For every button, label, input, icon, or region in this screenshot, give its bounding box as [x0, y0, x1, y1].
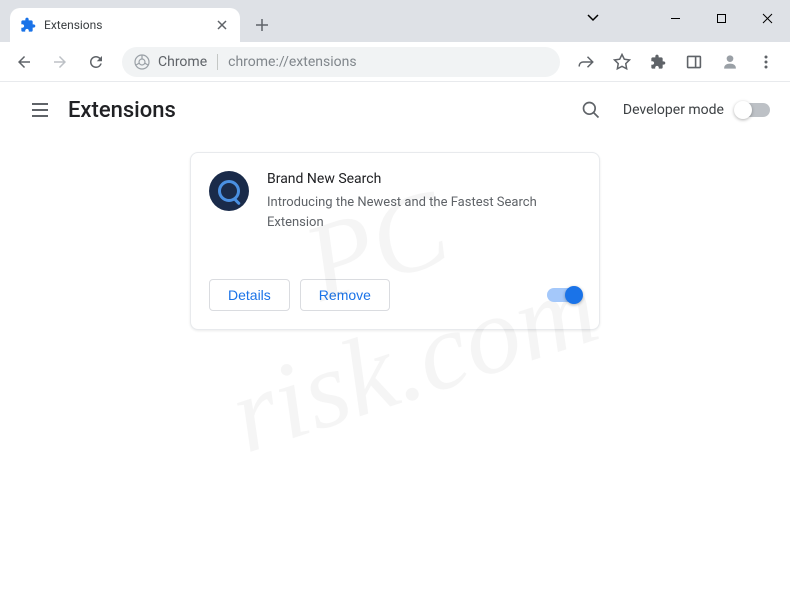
tabs-dropdown-icon[interactable]	[586, 10, 600, 24]
window-controls	[652, 0, 790, 36]
back-button[interactable]	[8, 46, 40, 78]
bookmark-icon[interactable]	[606, 46, 638, 78]
extensions-list: Brand New Search Introducing the Newest …	[0, 138, 790, 344]
share-icon[interactable]	[570, 46, 602, 78]
profile-icon[interactable]	[714, 46, 746, 78]
extension-card: Brand New Search Introducing the Newest …	[190, 152, 600, 330]
address-url: chrome://extensions	[228, 54, 356, 70]
page-title: Extensions	[68, 98, 571, 123]
extension-icon	[209, 171, 249, 211]
close-window-button[interactable]	[744, 0, 790, 36]
menu-icon[interactable]	[750, 46, 782, 78]
chrome-icon	[134, 54, 150, 70]
developer-mode-toggle[interactable]	[736, 103, 770, 117]
close-tab-button[interactable]	[214, 17, 230, 33]
developer-mode-label: Developer mode	[623, 102, 724, 118]
search-button[interactable]	[571, 90, 611, 130]
sidepanel-icon[interactable]	[678, 46, 710, 78]
tab-title: Extensions	[44, 18, 214, 32]
address-origin-label: Chrome	[158, 54, 218, 70]
new-tab-button[interactable]	[248, 11, 276, 39]
browser-tab[interactable]: Extensions	[10, 8, 240, 42]
forward-button[interactable]	[44, 46, 76, 78]
address-bar[interactable]: Chrome chrome://extensions	[122, 47, 560, 77]
hamburger-menu-button[interactable]	[20, 90, 60, 130]
details-button[interactable]: Details	[209, 279, 290, 311]
title-bar: Extensions	[0, 0, 790, 42]
minimize-button[interactable]	[652, 0, 698, 36]
extensions-header: Extensions Developer mode	[0, 82, 790, 138]
maximize-button[interactable]	[698, 0, 744, 36]
extension-enable-toggle[interactable]	[547, 288, 581, 302]
extension-description: Introducing the Newest and the Fastest S…	[267, 193, 581, 232]
extension-name: Brand New Search	[267, 171, 581, 187]
remove-button[interactable]: Remove	[300, 279, 390, 311]
reload-button[interactable]	[80, 46, 112, 78]
extensions-icon[interactable]	[642, 46, 674, 78]
browser-toolbar: Chrome chrome://extensions	[0, 42, 790, 82]
puzzle-icon	[20, 17, 36, 33]
